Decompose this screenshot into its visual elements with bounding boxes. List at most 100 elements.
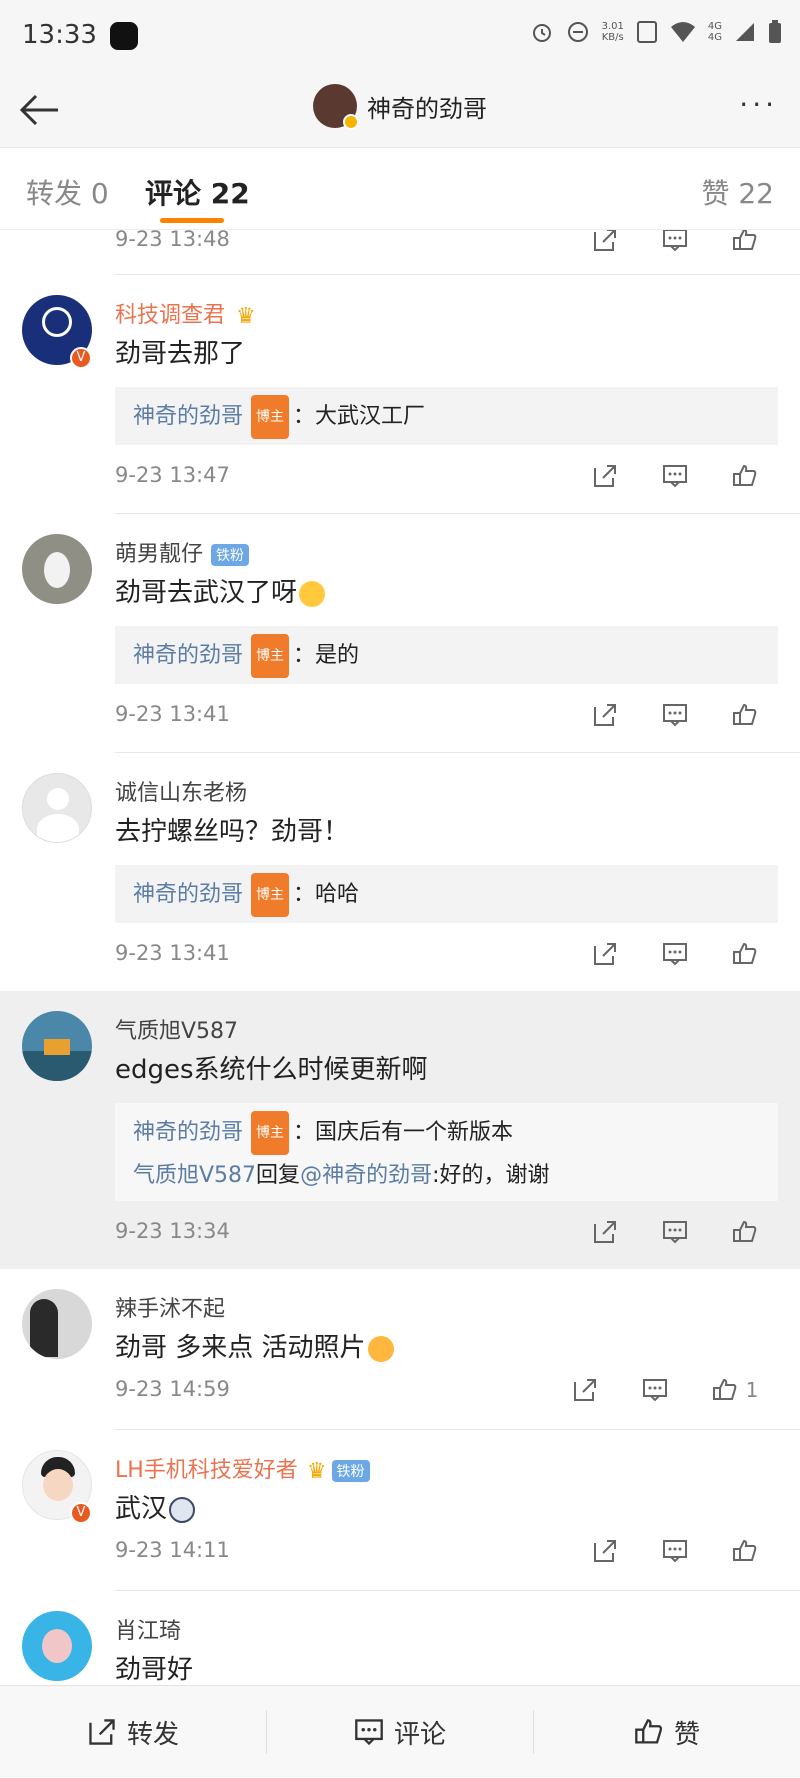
reply-text: ：大武汉工厂 (293, 404, 426, 429)
fan-badge: 铁粉 (331, 1460, 370, 1482)
status-bar: 13:33 3.01 KB/s 4G 4G (0, 0, 800, 72)
comment-date: 9-23 13:41 (115, 702, 230, 726)
comment-item[interactable]: 辣手沭不起 劲哥 多来点 活动照片 9-23 14:59 1 (0, 1269, 800, 1429)
comment-date: 9-23 13:48 (115, 230, 230, 251)
comment-icon[interactable] (640, 938, 710, 970)
verified-badge-icon: V (70, 347, 92, 369)
top-nav: 神奇的劲哥 ··· (0, 72, 800, 148)
comment-button[interactable]: 评论 (267, 1686, 533, 1778)
commenter-name[interactable]: 辣手沭不起 (115, 1291, 225, 1323)
owner-tag: 博主 (251, 395, 290, 439)
repost-icon[interactable] (550, 1374, 620, 1406)
commenter-name[interactable]: 肖江琦 (115, 1613, 181, 1645)
comment-item[interactable]: V 科技调查君 ♛ 劲哥去那了 神奇的劲哥 博主 ：大武汉工厂 9-23 13:47 (0, 275, 800, 488)
commenter-avatar[interactable] (22, 773, 92, 843)
notification-icon (110, 22, 138, 50)
reply-text: ：是的 (293, 643, 360, 668)
comment-text: 劲哥好 (115, 1655, 194, 1685)
reply-box[interactable]: 神奇的劲哥 博主 ：哈哈 (115, 865, 778, 923)
repost-icon[interactable] (570, 1216, 640, 1248)
comment-item: 9-23 13:48 (0, 230, 800, 275)
comment-item-highlighted[interactable]: 气质旭V587 edges系统什么时候更新啊 神奇的劲哥 博主 ：国庆后有一个新版本… (0, 991, 800, 1269)
reply-author[interactable]: 神奇的劲哥 (133, 404, 243, 429)
commenter-name[interactable]: LH手机科技爱好者 ♛ 铁粉 (115, 1452, 370, 1485)
comment-text: edges系统什么时候更新啊 (115, 1055, 428, 1085)
owner-tag: 博主 (251, 873, 290, 917)
like-count: 1 (745, 1378, 759, 1402)
comment-icon[interactable] (640, 1216, 710, 1248)
reply-box[interactable]: 神奇的劲哥 博主 ：国庆后有一个新版本 气质旭V587回复@神奇的劲哥:好的，谢谢 (115, 1103, 778, 1201)
comment-icon[interactable] (640, 230, 710, 256)
repost-icon[interactable] (570, 460, 640, 492)
reply-verb: 回复 (256, 1163, 301, 1188)
reply-mention[interactable]: @神奇的劲哥 (300, 1163, 432, 1188)
comment-item[interactable]: 萌男靓仔 铁粉 劲哥去武汉了呀 神奇的劲哥 博主 ：是的 9-23 13:41 (0, 514, 800, 752)
laugh-emoji-icon (299, 580, 326, 607)
comment-actions (570, 699, 780, 731)
comment-actions (570, 460, 780, 492)
tab-like[interactable]: 赞 22 (701, 172, 774, 212)
heart-eyes-emoji-icon (367, 1335, 394, 1362)
like-label: 赞 (673, 1719, 700, 1750)
like-icon[interactable] (710, 699, 780, 731)
comment-text: 去拧螺丝吗？劲哥！ (115, 817, 350, 847)
tab-comment[interactable]: 评论 22 (145, 172, 250, 212)
commenter-name[interactable]: 气质旭V587 (115, 1013, 238, 1045)
like-icon[interactable] (710, 938, 780, 970)
like-icon[interactable] (710, 1535, 780, 1567)
commenter-avatar[interactable] (22, 1611, 92, 1681)
author-name: 神奇的劲哥 (367, 94, 487, 123)
comment-date: 9-23 14:59 (115, 1377, 230, 1401)
like-icon[interactable] (710, 1216, 780, 1248)
like-button[interactable]: 1 (690, 1374, 780, 1406)
comment-list[interactable]: 9-23 13:48 V 科技调查君 ♛ 劲哥去那了 神奇的劲哥 博主 ：大武汉工厂 … (0, 230, 800, 1685)
tab-repost[interactable]: 转发 0 (26, 172, 109, 212)
like-icon[interactable] (710, 460, 780, 492)
repost-icon[interactable] (570, 230, 640, 256)
comment-text: 劲哥去那了 (115, 339, 246, 369)
sim-icon (636, 21, 657, 43)
commenter-avatar[interactable] (22, 1011, 92, 1081)
alarm-icon (532, 24, 551, 42)
network-type: 4G 4G (707, 21, 722, 43)
comment-icon[interactable] (640, 1535, 710, 1567)
back-arrow-icon[interactable] (18, 90, 62, 130)
reply-author[interactable]: 神奇的劲哥 (133, 643, 243, 668)
comment-icon[interactable] (640, 460, 710, 492)
comment-item[interactable]: V LH手机科技爱好者 ♛ 铁粉 武汉 9-23 14:11 (0, 1430, 800, 1590)
commenter-avatar[interactable] (22, 1289, 92, 1359)
repost-icon (89, 1719, 115, 1745)
comment-item[interactable]: 诚信山东老杨 去拧螺丝吗？劲哥！ 神奇的劲哥 博主 ：哈哈 9-23 13:41 (0, 753, 800, 991)
repost-button[interactable]: 转发 (0, 1686, 266, 1778)
comment-item[interactable]: 肖江琦 劲哥好 (0, 1591, 800, 1685)
repost-icon[interactable] (570, 938, 640, 970)
commenter-name[interactable]: 诚信山东老杨 (115, 775, 247, 807)
reply-text: ：哈哈 (293, 882, 360, 907)
reply-box[interactable]: 神奇的劲哥 博主 ：是的 (115, 626, 778, 684)
comment-icon[interactable] (640, 699, 710, 731)
comment-icon (355, 1719, 383, 1746)
comment-actions (570, 1535, 780, 1567)
commenter-name[interactable]: 萌男靓仔 铁粉 (115, 536, 250, 568)
post-author-header[interactable]: 神奇的劲哥 (313, 84, 487, 130)
comment-icon[interactable] (620, 1374, 690, 1406)
crown-icon: ♛ (236, 303, 256, 329)
reply-box[interactable]: 神奇的劲哥 博主 ：大武汉工厂 (115, 387, 778, 445)
repost-icon[interactable] (570, 1535, 640, 1567)
reply-author[interactable]: 气质旭V587 (133, 1163, 256, 1188)
comment-actions (570, 1216, 780, 1248)
like-button[interactable]: 赞 (534, 1686, 800, 1778)
like-icon[interactable] (710, 230, 780, 256)
battery-icon (769, 20, 781, 43)
comment-text: 武汉 (115, 1488, 196, 1525)
commenter-name[interactable]: 科技调查君 ♛ (115, 297, 261, 330)
like-icon (635, 1719, 663, 1744)
author-avatar[interactable] (313, 84, 359, 130)
more-options-icon[interactable]: ··· (739, 91, 778, 119)
reply-author[interactable]: 神奇的劲哥 (133, 1120, 243, 1145)
status-time: 13:33 (22, 20, 97, 50)
repost-icon[interactable] (570, 699, 640, 731)
comment-date: 9-23 14:11 (115, 1538, 230, 1562)
reply-author[interactable]: 神奇的劲哥 (133, 882, 243, 907)
commenter-avatar[interactable] (22, 534, 92, 604)
